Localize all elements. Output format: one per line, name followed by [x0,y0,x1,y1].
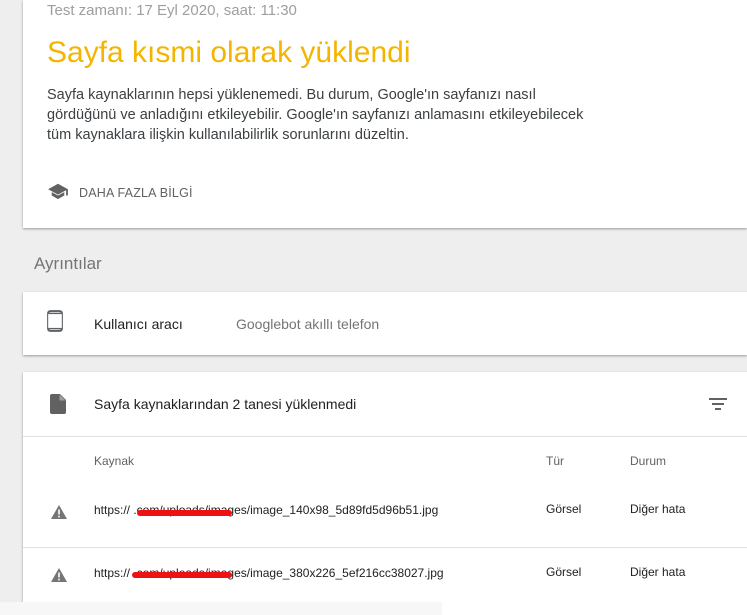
user-agent-value: Googlebot akıllı telefon [236,316,380,332]
learn-more-button[interactable]: DAHA FAZLA BİLGİ [47,182,193,204]
bottom-strip [0,602,442,615]
resource-status: Diğer hata [630,565,686,579]
file-icon [50,394,66,419]
status-description: Sayfa kaynaklarının hepsi yüklenemedi. B… [47,87,584,143]
filter-button[interactable] [707,394,729,414]
column-header-type[interactable]: Tür [546,454,564,468]
user-agent-label: Kullanıcı aracı [94,316,183,332]
school-icon [47,182,69,205]
smartphone-icon [47,310,63,337]
table-row[interactable]: https:// .com/uploads/images/image_140x9… [23,485,747,548]
resources-summary: Sayfa kaynaklarından 2 tanesi yüklenmedi [94,396,357,412]
summary-card: Test zamanı: 17 Eyl 2020, saat: 11:30 Sa… [23,0,747,228]
resource-type: Görsel [546,502,582,516]
filter-icon [707,398,729,418]
table-row[interactable]: https:// .com/uploads/images/image_380x2… [23,548,747,610]
column-header-status[interactable]: Durum [630,454,666,468]
resource-status: Diğer hata [630,502,686,516]
resource-type: Görsel [546,565,582,579]
details-heading: Ayrıntılar [34,254,102,273]
test-time: Test zamanı: 17 Eyl 2020, saat: 11:30 [47,2,297,19]
user-agent-card: Kullanıcı aracı Googlebot akıllı telefon [23,292,747,355]
status-title: Sayfa kısmi olarak yüklendi [47,36,411,69]
resources-header: Sayfa kaynaklarından 2 tanesi yüklenmedi [23,372,747,437]
column-header-source[interactable]: Kaynak [94,454,134,468]
warning-icon [50,504,68,525]
learn-more-label: DAHA FAZLA BİLGİ [79,186,193,200]
redaction-mark [132,572,232,578]
warning-icon [50,567,68,588]
resources-card: Sayfa kaynaklarından 2 tanesi yüklenmedi… [23,372,747,615]
redaction-mark [137,510,232,516]
